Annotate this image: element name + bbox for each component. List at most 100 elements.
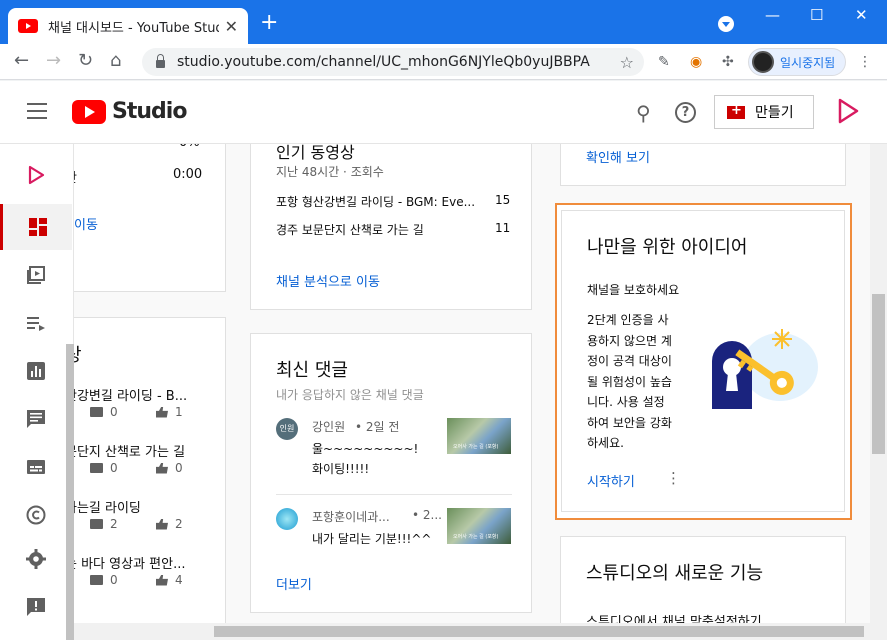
comment-time: • 2일 전 [355, 420, 400, 434]
ideas-body-line: 하세요. [587, 436, 624, 450]
video-stats: 0 1 [90, 405, 183, 419]
popular-video-title[interactable]: 포항 형산강변길 라이딩 - BGM: Eve... [276, 193, 475, 210]
nav-scrollbar[interactable] [66, 344, 74, 640]
comment-time: • 2... [412, 508, 442, 522]
title-bar: 채널 대시보드 - YouTube Studio ✕ + — ☐ ✕ [0, 0, 887, 44]
channel-analytics-link[interactable]: 채널 분석으로 이동 [276, 271, 380, 290]
video-stats: 0 4 [90, 573, 183, 587]
ideas-card: 나만을 위한 아이디어 채널을 보호하세요 2단계 인증을 사 용하지 않으면 … [561, 210, 845, 512]
browser-menu-icon[interactable]: ⋮ [858, 54, 872, 70]
comment-video-thumbnail[interactable]: 오어사 가는 길 (포항) [447, 508, 511, 544]
search-icon[interactable]: ⚲ [636, 101, 651, 125]
browser-tab[interactable]: 채널 대시보드 - YouTube Studio ✕ [8, 8, 248, 44]
popular-videos-title: 인기 동영상 [276, 144, 355, 162]
tab-title: 채널 대시보드 - YouTube Studio [48, 20, 219, 36]
address-bar[interactable]: studio.youtube.com/channel/UC_mhonG6NJYl… [142, 48, 644, 76]
comment-count: 2 [110, 517, 118, 531]
recent-videos-card: 상 산강변길 라이딩 - B... 0 1 문단지 산책로 가는 길 0 0 가… [74, 317, 226, 640]
comment-text: 내가 달리는 기분!!!^^ [312, 532, 432, 546]
comment-author[interactable]: 포항훈이네과... [312, 508, 390, 525]
vertical-scroll-thumb[interactable] [872, 294, 885, 454]
sidebar-item-dashboard[interactable] [0, 204, 72, 250]
more-comments-link[interactable]: 더보기 [276, 574, 312, 593]
extensions-puzzle-icon[interactable]: ✣ [722, 54, 734, 70]
browser-toolbar: ← → ↻ ⌂ studio.youtube.com/channel/UC_mh… [0, 44, 887, 80]
horizontal-scroll-thumb[interactable] [214, 626, 864, 637]
tab-close-icon[interactable]: ✕ [225, 17, 238, 36]
vertical-scrollbar[interactable] [870, 144, 887, 640]
like-count: 0 [175, 461, 183, 475]
ideas-highlight-frame: 나만을 위한 아이디어 채널을 보호하세요 2단계 인증을 사 용하지 않으면 … [555, 203, 852, 520]
youtube-favicon-icon [18, 19, 38, 33]
sidebar-item-content[interactable] [0, 252, 72, 298]
eyedropper-extension-icon[interactable]: ✎ [658, 54, 670, 70]
sidebar-item-analytics[interactable] [0, 348, 72, 394]
channel-avatar-icon[interactable] [836, 97, 860, 125]
ideas-body-line: 용하지 않으면 계 [587, 333, 672, 348]
comments-icon [27, 410, 45, 428]
ideas-more-options-icon[interactable]: ⋮ [666, 469, 681, 487]
popular-videos-subtitle: 지난 48시간 · 조회수 [276, 165, 384, 179]
bookmark-star-icon[interactable]: ☆ [620, 53, 634, 72]
tab-search-icon[interactable] [718, 16, 734, 32]
color-extension-icon[interactable]: ◉ [690, 54, 702, 70]
copyright-icon [26, 505, 46, 525]
hamburger-menu-icon[interactable] [27, 103, 47, 119]
sidebar-item-playlists[interactable] [0, 300, 72, 346]
sidebar-item-comments[interactable] [0, 396, 72, 442]
ideas-body: 2단계 인증을 사 용하지 않으면 계 정이 공격 대상이 될 위험성이 높습 … [587, 310, 672, 454]
like-count-icon [156, 574, 168, 586]
video-title[interactable]: 문단지 산책로 가는 길 [74, 441, 185, 460]
popular-video-title[interactable]: 경주 보문단지 산책로 가는 길 [276, 221, 424, 238]
forward-icon[interactable]: → [46, 50, 61, 71]
check-it-out-link[interactable]: 확인해 보기 [586, 147, 650, 166]
home-icon[interactable]: ⌂ [110, 50, 121, 71]
video-stats: 2 2 [90, 517, 183, 531]
like-count: 2 [175, 517, 183, 531]
youtube-play-icon [72, 99, 106, 124]
summary-move-link[interactable]: 이동 [74, 214, 98, 233]
horizontal-scrollbar[interactable] [74, 623, 870, 640]
help-icon[interactable]: ? [675, 102, 696, 123]
sidebar-item-channel[interactable] [0, 152, 72, 198]
studio-logo[interactable]: Studio [72, 99, 187, 124]
video-title[interactable]: 가는길 라이딩 [74, 497, 141, 516]
content-icon [27, 266, 45, 284]
latest-comments-subtitle: 내가 응답하지 않은 채널 댓글 [276, 388, 424, 402]
comment-author[interactable]: 강인원 [312, 418, 345, 435]
ideas-body-line: 2단계 인증을 사 [587, 313, 669, 327]
video-title[interactable]: 는 바다 영상과 편안... [74, 553, 185, 572]
browser-window: 채널 대시보드 - YouTube Studio ✕ + — ☐ ✕ ← → ↻… [0, 0, 887, 640]
sidebar-item-subtitles[interactable] [0, 444, 72, 490]
comment-count-icon [90, 407, 103, 417]
like-count-icon [156, 518, 168, 530]
sidebar-item-feedback[interactable] [0, 584, 72, 630]
back-icon[interactable]: ← [14, 50, 29, 71]
minimize-button[interactable]: — [765, 6, 780, 24]
new-tab-button[interactable]: + [260, 12, 278, 34]
video-title[interactable]: 산강변길 라이딩 - B... [74, 385, 187, 404]
commenter-avatar[interactable] [276, 508, 298, 530]
close-window-button[interactable]: ✕ [855, 6, 868, 24]
sidebar-item-copyright[interactable] [0, 492, 72, 538]
reload-icon[interactable]: ↻ [78, 50, 93, 71]
commenter-avatar[interactable]: 인원 [276, 418, 298, 440]
ideas-subtitle: 채널을 보호하세요 [587, 283, 680, 297]
profile-button[interactable]: 일시중지됨 [748, 48, 846, 76]
comment-video-thumbnail[interactable]: 오어사 가는 길 (포항) [447, 418, 511, 454]
comment-text: 화이팅!!!!! [312, 462, 370, 476]
create-button[interactable]: 만들기 [714, 95, 814, 129]
thumbnail-caption: 오어사 가는 길 (포항) [453, 534, 499, 540]
maximize-button[interactable]: ☐ [810, 6, 823, 24]
url-text[interactable]: studio.youtube.com/channel/UC_mhonG6NJYl… [177, 54, 620, 70]
lock-icon[interactable] [156, 54, 165, 68]
get-started-link[interactable]: 시작하기 [587, 471, 635, 490]
ideas-body-line: 정이 공격 대상이 [587, 354, 672, 368]
like-count-icon [156, 406, 168, 418]
sidebar-item-settings[interactable] [0, 536, 72, 582]
dashboard-content: 0% 간 0:00 이동 상 산강변길 라이딩 - B... 0 1 문단지 산… [74, 144, 887, 640]
summary-row-label: 간 [74, 167, 77, 186]
profile-avatar [752, 51, 774, 73]
studio-header: Studio ⚲ ? 만들기 [0, 81, 887, 144]
security-key-illustration [712, 329, 818, 409]
